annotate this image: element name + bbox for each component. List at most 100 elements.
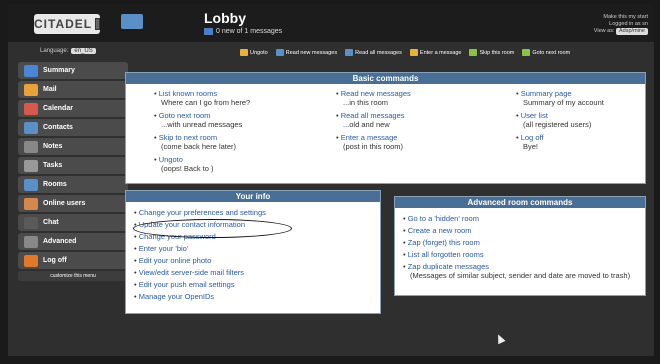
view-edit-server-side-mail-filters-link[interactable]: View/edit server-side mail filters <box>134 268 372 277</box>
sidebar-item-label: Contacts <box>43 124 73 131</box>
read-all-icon <box>345 49 354 56</box>
zap-duplicate-messages-link[interactable]: Zap duplicate messages <box>403 262 637 271</box>
language-select[interactable]: en_US <box>71 48 96 54</box>
create-a-new-room-link[interactable]: Create a new room <box>403 226 637 235</box>
read-new-messages-link[interactable]: Read new messages <box>336 89 411 98</box>
mouse-cursor-icon <box>494 332 506 345</box>
command-item: Log offBye! <box>516 133 604 151</box>
room-subtitle: 0 new of 1 messages <box>204 28 282 35</box>
toolbar-goto-next-room-button[interactable]: Goto next room <box>522 49 570 56</box>
sidebar-item-tasks[interactable]: Tasks <box>18 157 128 174</box>
advanced-room-commands-list: Go to a 'hidden' room Create a new room Za… <box>395 208 645 286</box>
basic-col-1: List known roomsWhere can I go from here… <box>154 89 251 177</box>
sidebar-item-log-off[interactable]: Log off <box>18 252 128 269</box>
read-all-messages-link[interactable]: Read all messages <box>336 111 411 120</box>
tower-icon <box>95 18 100 30</box>
ungoto-link[interactable]: Ungoto <box>154 155 250 164</box>
view-as-label: View as: <box>593 28 615 34</box>
sidebar-item-label: Tasks <box>43 162 63 169</box>
start-page-link[interactable]: Make this my start <box>594 14 648 21</box>
sidebar-item-label: customize this menu <box>50 273 96 279</box>
sidebar-item-contacts[interactable]: Contacts <box>18 119 128 136</box>
toolbar-label: Goto next room <box>532 49 571 56</box>
sidebar-item-label: Log off <box>43 257 67 264</box>
command-item: Enter a message(post in this room) <box>336 133 411 151</box>
room-toolbar: Ungoto Read new messages Read all messages… <box>240 49 570 56</box>
update-your-contact-information-link[interactable]: Update your contact information <box>134 220 372 229</box>
sidebar-item-notes[interactable]: Notes <box>18 138 128 155</box>
citadel-logo[interactable]: CITADEL <box>34 14 100 34</box>
next-icon <box>522 49 531 56</box>
command-item: Ungoto(oops! Back to ) <box>154 155 250 173</box>
sidebar-item-advanced[interactable]: Advanced <box>18 233 128 250</box>
sidebar-item-summary[interactable]: Summary <box>18 62 128 79</box>
command-item: Read all messages...old and new <box>336 111 411 129</box>
basic-commands-title: Basic commands <box>126 73 645 84</box>
summary-page-link[interactable]: Summary page <box>516 89 604 98</box>
basic-col-3: Summary pageSummary of my account User li… <box>516 89 604 155</box>
sidebar-item-calendar[interactable]: Calendar <box>18 100 128 117</box>
command-item: Goto next room...with unread messages <box>154 111 250 129</box>
edit-your-online-photo-link[interactable]: Edit your online photo <box>134 256 372 265</box>
list-known-rooms-link[interactable]: List known rooms <box>154 89 250 98</box>
command-description: (oops! Back to ) <box>161 164 214 173</box>
sidebar-item-online-users[interactable]: Online users <box>18 195 128 212</box>
command-item: Read new messages...in this room <box>336 89 411 107</box>
sidebar-item-customize-this-menu[interactable]: customize this menu <box>18 271 128 281</box>
contacts-icon <box>24 121 38 134</box>
read-new-icon <box>275 49 284 56</box>
toolbar-read-new-messages-button[interactable]: Read new messages <box>275 49 338 56</box>
command-description: ...in this room <box>343 98 389 107</box>
goto-next-room-link[interactable]: Goto next room <box>154 111 250 120</box>
skip-to-next-room-link[interactable]: Skip to next room <box>154 133 250 142</box>
toolbar-label: Read new messages <box>285 49 338 56</box>
change-your-password-link[interactable]: Change your password <box>134 232 372 241</box>
command-description: Where can I go from here? <box>161 98 251 107</box>
enter-your-bio-link[interactable]: Enter your 'bio' <box>134 244 372 253</box>
sidebar-item-rooms[interactable]: Rooms <box>18 176 128 193</box>
sidebar-item-label: Online users <box>43 200 86 207</box>
room-title: Lobby <box>204 10 246 26</box>
your-info-list: Change your preferences and settings Upda… <box>126 202 380 310</box>
sidebar-item-label: Rooms <box>43 181 67 188</box>
toolbar-enter-a-message-button[interactable]: Enter a message <box>409 49 461 56</box>
room-folder-icon <box>121 14 143 29</box>
advanced-room-commands-title: Advanced room commands <box>395 197 645 208</box>
change-your-preferences-and-settings-link[interactable]: Change your preferences and settings <box>134 208 372 217</box>
calendar-icon <box>24 102 38 115</box>
message-count-text: 0 new of 1 messages <box>216 28 283 35</box>
user-list-link[interactable]: User list <box>516 111 604 120</box>
command-item: User list(all registered users) <box>516 111 604 129</box>
toolbar-label: Skip this room <box>479 49 515 56</box>
command-description: (come back here later) <box>161 142 237 151</box>
skip-icon <box>469 49 478 56</box>
notes-icon <box>24 140 38 153</box>
enter-a-message-link[interactable]: Enter a message <box>336 133 411 142</box>
sidebar-item-label: Notes <box>43 143 63 150</box>
basic-commands-panel: Basic commands List known roomsWhere can… <box>125 72 646 184</box>
toolbar-label: Ungoto <box>250 49 268 56</box>
list-all-forgotten-rooms-link[interactable]: List all forgotten rooms <box>403 250 637 259</box>
go-to-a-hidden-room-link[interactable]: Go to a 'hidden' room <box>403 214 637 223</box>
sidebar-item-mail[interactable]: Mail <box>18 81 128 98</box>
command-item: Skip to next room(come back here later) <box>154 133 250 151</box>
chat-icon <box>24 216 38 229</box>
ungoto-icon <box>240 49 248 56</box>
toolbar-read-all-messages-button[interactable]: Read all messages <box>345 49 402 56</box>
basic-col-2: Read new messages...in this room Read all… <box>336 89 411 155</box>
mail-icon <box>24 83 38 96</box>
logo-text: CITADEL <box>34 17 93 31</box>
command-description: ...with unread messages <box>161 120 243 129</box>
pencil-icon <box>409 49 418 56</box>
command-item: Summary pageSummary of my account <box>516 89 604 107</box>
toolbar-skip-this-room-button[interactable]: Skip this room <box>469 49 514 56</box>
sidebar-item-chat[interactable]: Chat <box>18 214 128 231</box>
edit-your-push-email-settings-link[interactable]: Edit your push email settings <box>134 280 372 289</box>
sidebar-item-label: Mail <box>43 86 57 93</box>
log-off-link[interactable]: Log off <box>516 133 604 142</box>
toolbar-ungoto-button[interactable]: Ungoto <box>240 49 268 56</box>
view-as-select[interactable]: Adsp/mine <box>616 28 648 35</box>
manage-your-openids-link[interactable]: Manage your OpenIDs <box>134 292 372 301</box>
zap-forget-this-room-link[interactable]: Zap (forget) this room <box>403 238 637 247</box>
advanced-room-commands-panel: Advanced room commands Go to a 'hidden' … <box>394 196 646 296</box>
